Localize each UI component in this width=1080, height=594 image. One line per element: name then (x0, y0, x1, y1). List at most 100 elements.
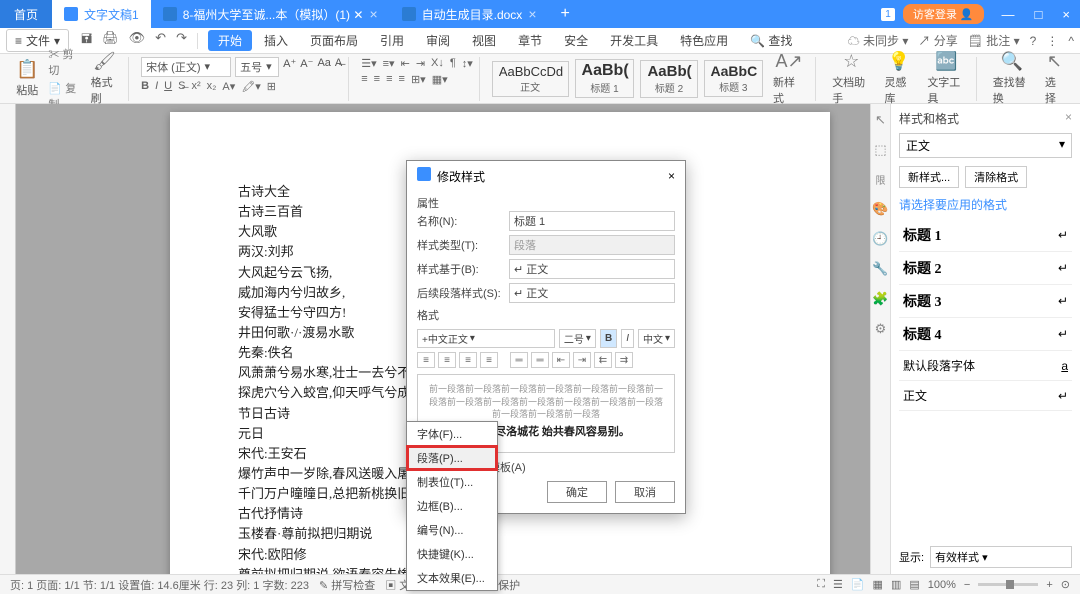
fmt-lang-select[interactable]: 中文 ▾ (638, 329, 675, 348)
outdent-icon[interactable]: ⇇ (594, 352, 612, 368)
view3-icon[interactable]: ▥ (891, 578, 901, 591)
style-default-font[interactable]: 默认段落字体a (899, 351, 1072, 381)
redo-icon[interactable]: ↷ (176, 30, 187, 52)
page-info[interactable]: 页: 1 页面: 1/1 节: 1/1 设置值: 14.6厘米 行: 23 列:… (10, 577, 309, 593)
style-heading4[interactable]: 标题 4↵ (899, 318, 1072, 351)
strike-icon[interactable]: S̶ (178, 80, 185, 93)
align-left-icon[interactable]: ≡ (361, 73, 367, 86)
style-heading3[interactable]: 标题 3↵ (899, 285, 1072, 318)
sup-icon[interactable]: x² (191, 80, 200, 93)
doc-assistant[interactable]: ☆文档助手 (828, 49, 874, 108)
indent-icon[interactable]: ⇉ (615, 352, 633, 368)
indent-dec-icon[interactable]: ⇤ (401, 57, 410, 70)
clear-format-btn[interactable]: 清除格式 (965, 166, 1027, 188)
text-line[interactable]: 尊前拟把归期说,欲语春容先惨咽。 (238, 565, 762, 574)
spacing-1-icon[interactable]: ═ (510, 352, 528, 368)
minimize-button[interactable]: — (992, 7, 1025, 22)
gear-icon[interactable]: ⚙ (875, 321, 887, 337)
indent-inc-icon[interactable]: ⇥ (416, 57, 425, 70)
close-icon[interactable]: × (528, 6, 536, 22)
zoom-in-icon[interactable]: + (1046, 579, 1052, 591)
fullscreen-icon[interactable]: ⛶ (817, 578, 825, 591)
align-right-icon[interactable]: ≡ (386, 73, 392, 86)
next-select[interactable]: ↵ 正文 (509, 283, 675, 303)
share-button[interactable]: ↗ 分享 (918, 32, 957, 49)
select-tool-icon[interactable]: ⬚ (874, 142, 886, 158)
para-space-icon[interactable]: ⊞▾ (411, 73, 426, 86)
close-icon[interactable]: × (369, 6, 377, 22)
font-color-icon[interactable]: A▾ (222, 80, 235, 93)
new-style-button[interactable]: A↗新样式 (769, 49, 809, 108)
align-justify-icon[interactable]: ≡ (399, 73, 405, 86)
fmt-size-select[interactable]: 二号 ▾ (559, 329, 596, 348)
show-select[interactable]: 有效样式 ▾ (930, 546, 1072, 568)
menu-tab-dev[interactable]: 开发工具 (600, 30, 668, 51)
vertical-ruler[interactable] (0, 104, 16, 574)
wrench-icon[interactable]: 🔧 (872, 261, 888, 277)
name-input[interactable]: 标题 1 (509, 211, 675, 231)
doc-tab-2[interactable]: 8-福州大学至诚...本（模拟）(1) ✕× (151, 0, 390, 28)
sub-icon[interactable]: x₂ (207, 80, 217, 93)
zoom-out-icon[interactable]: − (964, 579, 970, 591)
clear-format-icon[interactable]: A̶ (335, 57, 342, 77)
bold-icon[interactable]: B (141, 80, 149, 93)
new-style-btn[interactable]: 新样式... (899, 166, 959, 188)
shading-icon[interactable]: ▦▾ (432, 73, 448, 86)
menu-shortcut[interactable]: 快捷键(K)... (407, 542, 497, 566)
border-icon[interactable]: ⊞ (267, 80, 276, 93)
align-center-icon[interactable]: ≡ (438, 352, 456, 368)
menu-tab-layout[interactable]: 页面布局 (300, 30, 368, 51)
login-button[interactable]: 访客登录👤 (903, 4, 984, 24)
menu-tab-view[interactable]: 视图 (462, 30, 506, 51)
style-heading2[interactable]: 标题 2↵ (899, 252, 1072, 285)
new-tab-button[interactable]: + (549, 5, 582, 23)
menu-tab-security[interactable]: 安全 (554, 30, 598, 51)
font-grow-icon[interactable]: A⁺ (283, 57, 296, 77)
menu-tab-start[interactable]: 开始 (208, 30, 252, 51)
italic-icon[interactable]: I (155, 80, 158, 93)
style-h1[interactable]: AaBb(标题 1 (575, 59, 635, 98)
cursor-tool-icon[interactable]: ↖ (875, 112, 886, 128)
home-tab[interactable]: 首页 (0, 0, 52, 28)
indent-inc-icon[interactable]: ⇥ (573, 352, 591, 368)
sync-status[interactable]: ☁ 未同步 ▾ (848, 32, 909, 49)
puzzle-icon[interactable]: 🧩 (872, 291, 888, 307)
limit-icon[interactable]: 限 (876, 172, 886, 187)
find-replace[interactable]: 🔍查找替换 (989, 49, 1035, 108)
line-space-icon[interactable]: ↕▾ (462, 57, 473, 70)
notification-badge[interactable]: 1 (881, 8, 895, 21)
fit-icon[interactable]: ⊙ (1061, 578, 1070, 591)
view1-icon[interactable]: 📄 (851, 578, 865, 591)
menu-paragraph[interactable]: 段落(P)... (407, 446, 497, 470)
fmt-font-select[interactable]: +中文正文 ▾ (417, 329, 555, 348)
palette-icon[interactable]: 🎨 (872, 201, 888, 217)
cut-button[interactable]: ✂ 剪切 (48, 46, 80, 78)
indent-dec-icon[interactable]: ⇤ (552, 352, 570, 368)
font-shrink-icon[interactable]: A⁻ (300, 57, 313, 77)
align-justify-icon[interactable]: ≡ (480, 352, 498, 368)
current-style-select[interactable]: 正文▾ (899, 133, 1072, 158)
view2-icon[interactable]: ▦ (873, 578, 883, 591)
doc-tab-1[interactable]: 文字文稿1 (52, 0, 151, 28)
menu-tab-review[interactable]: 审阅 (416, 30, 460, 51)
menu-border[interactable]: 边框(B)... (407, 494, 497, 518)
zoom-slider[interactable] (978, 583, 1038, 586)
spacing-2-icon[interactable]: ═ (531, 352, 549, 368)
text-tool-button[interactable]: 🔤文字工具 (923, 49, 969, 108)
text-line[interactable]: 宋代:欧阳修 (238, 545, 762, 565)
font-name-select[interactable]: 宋体 (正文)▾ (141, 57, 231, 77)
clock-icon[interactable]: 🕘 (872, 231, 888, 247)
highlight-icon[interactable]: 🖍▾ (241, 80, 261, 93)
menu-tab-insert[interactable]: 插入 (254, 30, 298, 51)
collapse-icon[interactable]: ^ (1068, 34, 1074, 48)
based-select[interactable]: ↵ 正文 (509, 259, 675, 279)
preview-icon[interactable]: 👁 (129, 30, 146, 52)
undo-icon[interactable]: ↶ (155, 30, 166, 52)
align-left-icon[interactable]: ≡ (417, 352, 435, 368)
menu-tabs[interactable]: 制表位(T)... (407, 470, 497, 494)
read-icon[interactable]: ☰ (833, 578, 843, 591)
dialog-close-icon[interactable]: × (668, 169, 675, 183)
sort-icon[interactable]: X↓ (431, 57, 444, 70)
maximize-button[interactable]: □ (1025, 7, 1053, 22)
menu-tab-special[interactable]: 特色应用 (670, 30, 738, 51)
